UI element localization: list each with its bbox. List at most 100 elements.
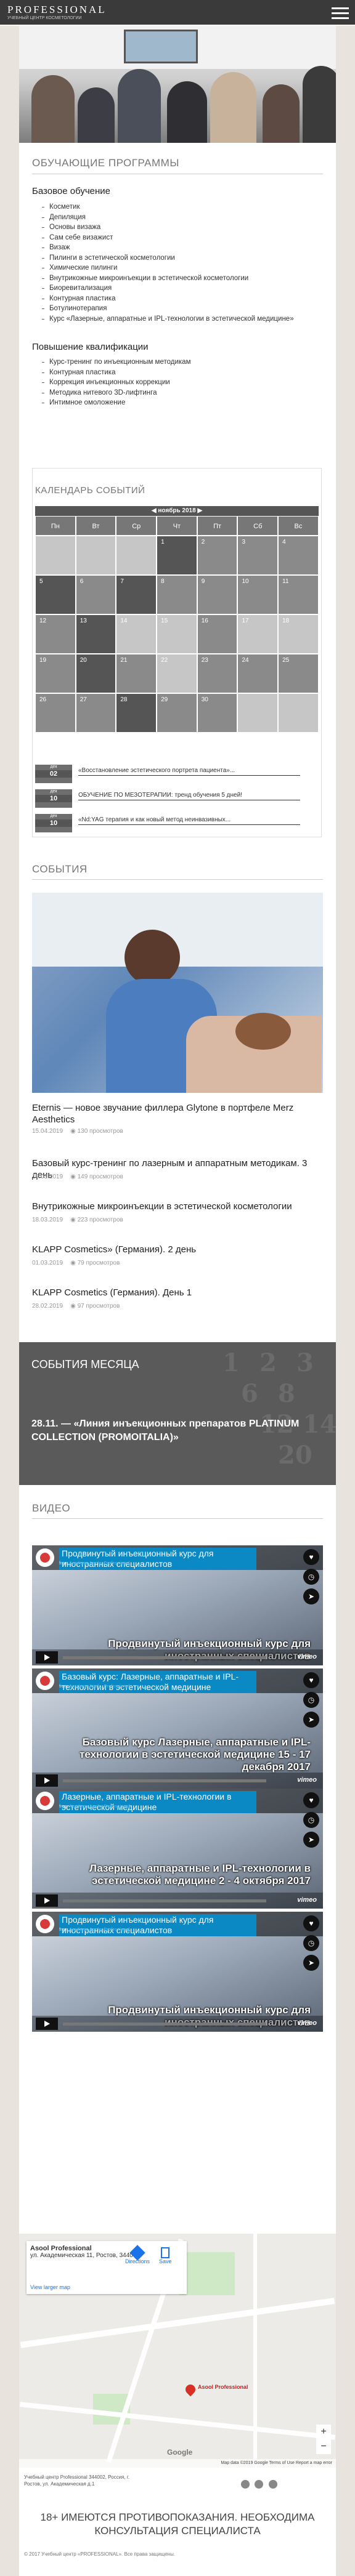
calendar-day[interactable]: 8 xyxy=(157,575,197,614)
program-link[interactable]: Контурная пластика xyxy=(41,295,115,302)
month-event-link[interactable]: 28.11. — «Линия инъекционных препаратов … xyxy=(31,1417,321,1444)
channel-avatar[interactable] xyxy=(36,1548,54,1567)
prev-month-icon[interactable]: ◀ xyxy=(152,507,157,514)
calendar-day[interactable]: 5 xyxy=(35,575,76,614)
program-link[interactable]: Курс «Лазерные, аппаратные и IPL-техноло… xyxy=(42,315,294,323)
program-link[interactable]: Косметик xyxy=(42,203,80,211)
like-icon[interactable]: ♥ xyxy=(303,1549,319,1565)
calendar-day[interactable]: 27 xyxy=(75,693,116,733)
calendar-event[interactable]: дек 10 «Nd:YAG терапия и как новый метод н… xyxy=(35,814,319,835)
menu-icon[interactable] xyxy=(332,7,349,20)
calendar-day[interactable]: 25 xyxy=(278,654,319,693)
share-icon[interactable]: ➤ xyxy=(303,1588,319,1604)
calendar-day[interactable]: 24 xyxy=(237,654,279,693)
calendar-day[interactable]: 15 xyxy=(157,614,197,654)
calendar-day[interactable]: 17 xyxy=(237,614,279,654)
program-link[interactable]: Химические пилинги xyxy=(41,264,117,272)
map-zoom-control[interactable]: + − xyxy=(316,2425,331,2454)
program-link[interactable]: Основы визажа xyxy=(41,223,100,231)
save-button[interactable]: Save xyxy=(159,2247,172,2264)
video-progress-bar[interactable] xyxy=(63,2023,266,2026)
calendar-day[interactable]: 10 xyxy=(237,575,279,614)
calendar-day[interactable]: 9 xyxy=(197,575,238,614)
calendar-event[interactable]: дек 10 ОБУЧЕНИЕ ПО МЕЗОТЕРАПИИ: тренд обуч… xyxy=(35,789,319,810)
video-player[interactable]: Продвинутый инъекционный курс для иностр… xyxy=(32,1912,323,2032)
calendar-day[interactable]: 20 xyxy=(75,654,116,693)
calendar-event[interactable]: дек 02 «Восстановление эстетического портр… xyxy=(35,765,319,786)
program-link[interactable]: Контурная пластика xyxy=(41,369,115,376)
calendar-day[interactable]: 18 xyxy=(278,614,319,654)
calendar-day[interactable]: 19 xyxy=(35,654,76,693)
calendar-day[interactable]: 14 xyxy=(116,614,157,654)
vimeo-logo[interactable]: vimeo xyxy=(297,1776,317,1784)
program-link[interactable]: Интимное омоложение xyxy=(41,399,125,406)
watch-later-icon[interactable]: ◷ xyxy=(303,1569,319,1585)
news-item-title[interactable]: Eternis — новое звучание филлера Glytone… xyxy=(32,1102,316,1125)
watch-later-icon[interactable]: ◷ xyxy=(303,1935,319,1951)
share-icon[interactable]: ➤ xyxy=(303,1712,319,1728)
program-link[interactable]: Методика нитевого 3D-лифтинга xyxy=(41,389,157,396)
watch-later-icon[interactable]: ◷ xyxy=(303,1812,319,1828)
calendar-day[interactable]: 11 xyxy=(278,575,319,614)
calendar-day[interactable]: 3 xyxy=(237,536,279,575)
map-pin-icon[interactable] xyxy=(183,2382,198,2397)
calendar-day[interactable]: 7 xyxy=(116,575,157,614)
calendar-day[interactable]: 2 xyxy=(197,536,238,575)
calendar-day[interactable]: 13 xyxy=(75,614,116,654)
calendar-day[interactable]: 1 xyxy=(157,536,197,575)
channel-avatar[interactable] xyxy=(36,1792,54,1810)
video-channel-name[interactable]: Academy Apolo. Professional xyxy=(69,1684,130,1689)
play-icon[interactable] xyxy=(36,1774,58,1787)
program-link[interactable]: Пилинги в эстетической косметологии xyxy=(42,254,175,262)
directions-button[interactable]: Directions xyxy=(125,2245,150,2264)
next-month-icon[interactable]: ▶ xyxy=(197,507,202,514)
video-channel-name[interactable]: Academy Apolo. Professional xyxy=(69,1561,130,1566)
news-item-title[interactable]: KLAPP Cosmetics (Германия). День 1 xyxy=(32,1287,316,1298)
program-link[interactable]: Коррекция инъекционных коррекции xyxy=(42,379,170,386)
calendar-day[interactable]: 23 xyxy=(197,654,238,693)
program-link[interactable]: Курс-тренинг по инъекционным методикам xyxy=(41,358,190,366)
program-link[interactable]: Визаж xyxy=(41,244,70,251)
program-link[interactable]: Ботулинотерапия xyxy=(41,305,107,312)
vimeo-logo[interactable]: vimeo xyxy=(297,2019,317,2027)
program-link[interactable]: Депиляция xyxy=(41,214,86,221)
zoom-in-icon[interactable]: + xyxy=(316,2425,331,2439)
video-title-link[interactable]: Продвинутый инъекционный курс для иностр… xyxy=(59,1914,256,1936)
play-icon[interactable] xyxy=(36,2018,58,2030)
vimeo-logo[interactable]: vimeo xyxy=(297,1653,317,1660)
video-channel-name[interactable]: Academy Apolo. Professional xyxy=(69,1805,130,1809)
view-larger-map-link[interactable]: View larger map xyxy=(30,2284,70,2290)
site-logo[interactable]: PROFESSIONAL xyxy=(7,4,107,16)
calendar-day[interactable]: 29 xyxy=(157,693,197,733)
basic-training-heading[interactable]: Базовое обучение xyxy=(32,186,110,196)
calendar-day[interactable]: 12 xyxy=(35,614,76,654)
like-icon[interactable]: ♥ xyxy=(303,1672,319,1688)
calendar-day[interactable]: 6 xyxy=(75,575,116,614)
video-progress-bar[interactable] xyxy=(63,1779,266,1782)
channel-avatar[interactable] xyxy=(36,1915,54,1933)
watch-later-icon[interactable]: ◷ xyxy=(303,1692,319,1708)
google-map[interactable]: Asool Professional ул. Академическая 11,… xyxy=(19,2234,336,2468)
vimeo-logo[interactable]: vimeo xyxy=(297,1896,317,1904)
calendar-day[interactable]: 21 xyxy=(116,654,157,693)
video-progress-bar[interactable] xyxy=(63,1656,266,1659)
calendar-day[interactable]: 16 xyxy=(197,614,238,654)
video-title-link[interactable]: Базовый курс: Лазерные, аппаратные и IPL… xyxy=(59,1671,256,1693)
program-link[interactable]: Внутрикожные микроинъекции в эстетическо… xyxy=(41,275,248,282)
video-player[interactable]: Лазерные, аппаратные и IPL-технологии в … xyxy=(32,1789,323,1909)
facebook-icon[interactable] xyxy=(255,2480,264,2489)
calendar-day[interactable]: 28 xyxy=(116,693,157,733)
share-icon[interactable]: ➤ xyxy=(303,1955,319,1971)
video-title-link[interactable]: Продвинутый инъекционный курс для иностр… xyxy=(59,1548,256,1570)
event-link[interactable]: ОБУЧЕНИЕ ПО МЕЗОТЕРАПИИ: тренд обучения … xyxy=(78,792,300,800)
calendar-day[interactable]: 4 xyxy=(278,536,319,575)
event-link[interactable]: «Восстановление эстетического портрета п… xyxy=(78,767,300,776)
video-player[interactable]: Продвинутый инъекционный курс для иностр… xyxy=(32,1545,323,1665)
advanced-training-heading[interactable]: Повышение квалификации xyxy=(32,342,149,352)
share-icon[interactable]: ➤ xyxy=(303,1832,319,1848)
event-link[interactable]: «Nd:YAG терапия и как новый метод неинва… xyxy=(78,816,300,825)
program-link[interactable]: Биоревитализация xyxy=(41,284,112,292)
program-link[interactable]: Сам себе визажист xyxy=(41,234,113,241)
video-channel-name[interactable]: Academy Apolo. Professional xyxy=(69,1928,130,1932)
zoom-out-icon[interactable]: − xyxy=(316,2439,331,2454)
